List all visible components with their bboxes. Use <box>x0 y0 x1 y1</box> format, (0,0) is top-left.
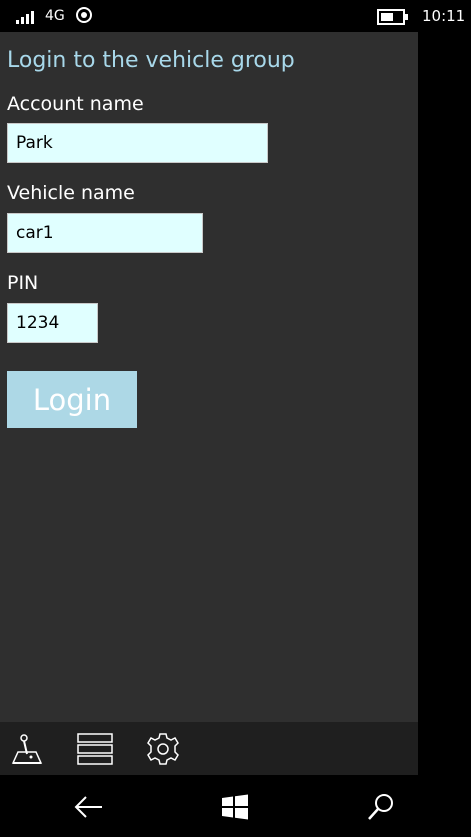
signal-icon <box>16 10 38 24</box>
pin-input[interactable] <box>7 303 98 343</box>
side-margin <box>418 32 471 775</box>
gear-icon[interactable] <box>143 730 183 768</box>
list-icon[interactable] <box>75 730 115 768</box>
joystick-icon[interactable] <box>7 730 47 768</box>
account-name-input[interactable] <box>7 123 268 163</box>
page-title: Login to the vehicle group <box>7 48 295 73</box>
account-name-label: Account name <box>7 93 144 115</box>
login-button[interactable]: Login <box>7 371 137 428</box>
location-icon <box>76 7 92 23</box>
network-type: 4G <box>45 8 65 24</box>
back-icon[interactable] <box>72 790 106 824</box>
search-icon[interactable] <box>364 790 398 824</box>
battery-fill <box>381 13 393 21</box>
battery-icon <box>377 9 408 25</box>
app-bar <box>0 722 418 775</box>
login-page: Login to the vehicle group Account name … <box>0 32 418 722</box>
vehicle-name-label: Vehicle name <box>7 182 135 204</box>
nav-bar <box>0 775 471 837</box>
clock: 10:11 <box>422 7 466 25</box>
windows-icon[interactable] <box>218 790 252 824</box>
status-bar: 4G 10:11 <box>0 0 471 32</box>
pin-label: PIN <box>7 272 39 294</box>
vehicle-name-input[interactable] <box>7 213 203 253</box>
